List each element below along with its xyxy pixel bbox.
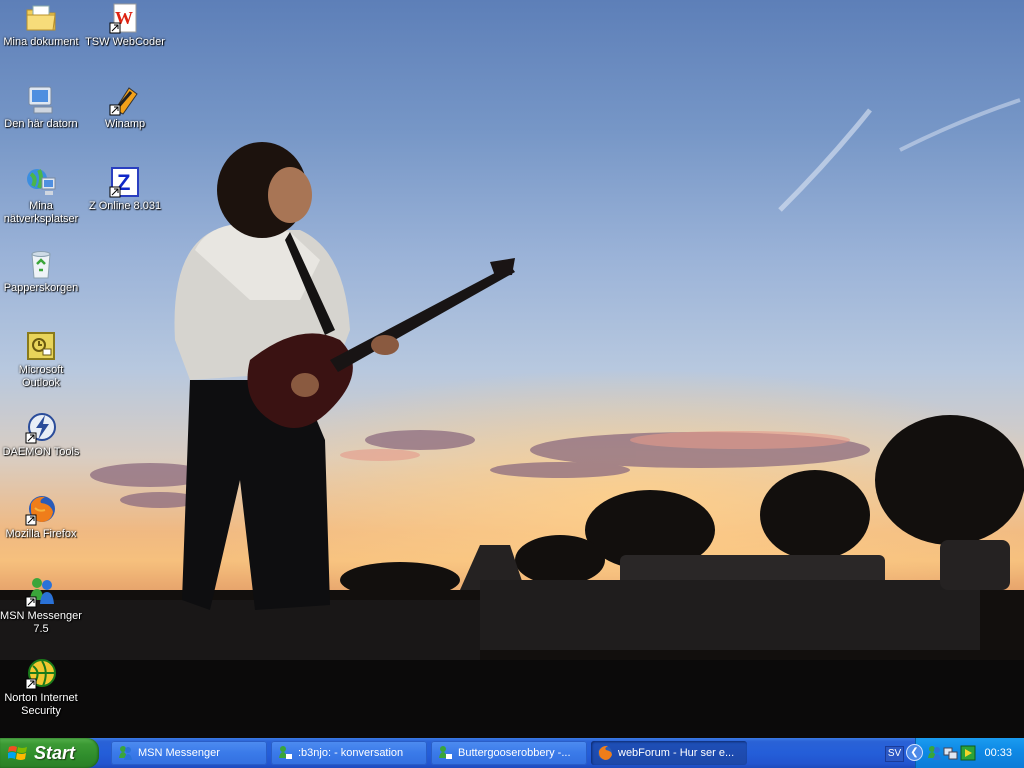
task-label: MSN Messenger <box>138 747 220 759</box>
icon-label: Winamp <box>104 118 146 130</box>
desktop-icon-outlook[interactable]: Microsoft Outlook <box>0 330 82 390</box>
task-label: :b3njo: - konversation <box>298 747 404 759</box>
clock[interactable]: 00:33 <box>984 738 1012 768</box>
msn-buddy-icon <box>119 746 132 760</box>
icon-label: Papperskorgen <box>3 282 79 294</box>
desktop-icon-winamp[interactable]: Winamp <box>84 84 166 131</box>
daemon-tools-icon <box>25 413 56 444</box>
task-label: webForum - Hur ser e... <box>618 747 735 759</box>
winamp-icon <box>109 87 138 116</box>
show-hidden-icons-chevron-icon[interactable]: ❮ <box>906 744 923 761</box>
desktop-icon-my-computer[interactable]: Den här datorn <box>0 84 82 131</box>
start-button[interactable]: Start <box>0 738 99 768</box>
tsw-webcoder-icon: W <box>109 3 137 34</box>
icon-label: MSN Messenger 7.5 <box>0 610 82 635</box>
my-documents-folder-icon <box>26 5 56 31</box>
desktop-icon-my-documents[interactable]: Mina dokument <box>0 2 82 49</box>
outlook-icon <box>27 332 55 360</box>
msn-conversation-icon <box>439 746 452 759</box>
icon-label: TSW WebCoder <box>85 36 165 48</box>
desktop-icon-z-online[interactable]: Z Z Online 8.031 <box>84 166 166 213</box>
desktop[interactable]: Mina dokument W TSW WebCoder Den här dat… <box>0 0 1024 738</box>
system-tray: ❮ 00:33 <box>906 738 1024 768</box>
taskbar-button-firefox-webforum[interactable]: webForum - Hur ser e... <box>591 741 747 765</box>
desktop-icon-network-places[interactable]: Mina nätverksplatser <box>0 166 82 226</box>
firefox-icon <box>598 745 612 760</box>
desktop-icon-daemon-tools[interactable]: DAEMON Tools <box>0 412 82 459</box>
icon-label: Mozilla Firefox <box>5 528 77 540</box>
icon-label: Mina dokument <box>3 36 79 48</box>
daemon-tools-tray-icon[interactable] <box>960 745 976 761</box>
icon-label: DAEMON Tools <box>2 446 80 458</box>
msn-messenger-icon <box>25 578 54 608</box>
desktop-icon-recycle-bin[interactable]: Papperskorgen <box>0 248 82 295</box>
taskbar-button-conversation-b3njo[interactable]: :b3njo: - konversation <box>271 741 427 765</box>
my-computer-icon <box>28 86 53 114</box>
recycle-bin-icon <box>31 251 51 279</box>
network-places-icon <box>27 169 56 195</box>
icon-label: Norton Internet Security <box>4 692 78 717</box>
msn-conversation-icon <box>279 746 292 759</box>
start-label: Start <box>34 742 76 763</box>
icon-label: Den här datorn <box>4 118 78 130</box>
icon-label: Z Online 8.031 <box>88 200 162 212</box>
firefox-icon <box>25 496 55 526</box>
taskbar-button-msn-messenger[interactable]: MSN Messenger <box>111 741 267 765</box>
network-tray-icon[interactable] <box>943 745 959 761</box>
taskbar: Start MSN Messenger :b3njo: - konversati… <box>0 738 1024 768</box>
task-label: Buttergooserobbery -... <box>458 747 571 759</box>
icon-label: Microsoft Outlook <box>18 364 64 389</box>
desktop-icon-tsw-webcoder[interactable]: W TSW WebCoder <box>84 2 166 49</box>
desktop-icon-norton[interactable]: Norton Internet Security <box>0 658 82 718</box>
norton-icon <box>25 659 56 690</box>
z-online-icon: Z <box>109 167 139 198</box>
windows-logo-icon <box>8 746 27 760</box>
icon-label: Mina nätverksplatser <box>3 200 79 225</box>
taskbar-button-conversation-buttergoose[interactable]: Buttergooserobbery -... <box>431 741 587 765</box>
desktop-icon-msn-messenger[interactable]: MSN Messenger 7.5 <box>0 576 82 636</box>
language-indicator[interactable]: SV <box>885 746 904 762</box>
msn-tray-icon[interactable] <box>926 745 942 761</box>
desktop-icon-firefox[interactable]: Mozilla Firefox <box>0 494 82 541</box>
